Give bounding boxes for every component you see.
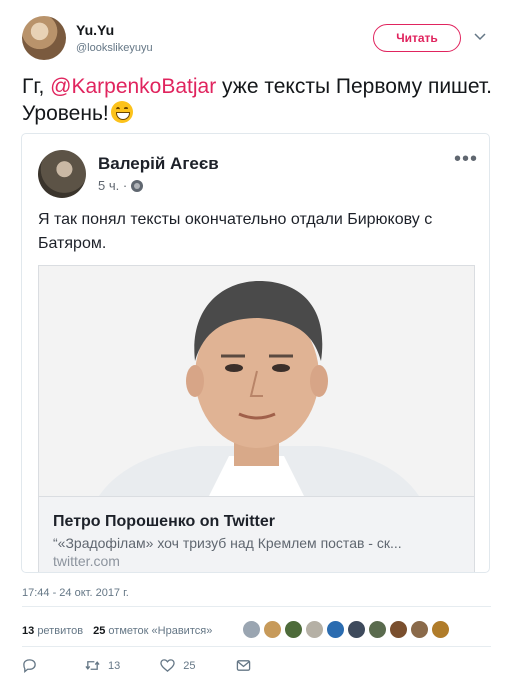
author-name[interactable]: Yu.Yu [76, 22, 114, 38]
globe-icon [131, 179, 144, 192]
liker-avatar[interactable] [431, 620, 450, 639]
tweet-text: Гг, @KarpenkoBatjar уже тексты Первому п… [22, 73, 492, 127]
heart-icon [160, 659, 175, 672]
liker-avatar[interactable] [284, 620, 303, 639]
likers-avatars [242, 620, 450, 639]
link-preview-photo [39, 266, 474, 496]
author-handle[interactable]: @lookslikeyuyu [76, 42, 153, 54]
likes-stat[interactable]: 25 отметок «Нравится» [93, 625, 212, 637]
link-preview-card[interactable]: Петро Порошенко on Twitter “«Зрадофілам»… [38, 265, 475, 572]
link-title[interactable]: Петро Порошенко on Twitter [53, 513, 275, 531]
link-domain: twitter.com [53, 553, 120, 569]
embed-time[interactable]: 5 ч. · [98, 178, 127, 193]
like-button[interactable]: 25 [160, 658, 196, 673]
liker-avatar[interactable] [389, 620, 408, 639]
liker-avatar[interactable] [242, 620, 261, 639]
more-options-icon[interactable]: ••• [454, 149, 478, 169]
link-description: “«Зрадофілам» хоч тризуб над Кремлем пос… [53, 535, 402, 551]
envelope-icon [236, 660, 250, 671]
embedded-facebook-post[interactable]: Валерій Агеєв 5 ч. · ••• Я так понял тек… [21, 133, 490, 573]
liker-avatar[interactable] [347, 620, 366, 639]
embed-meta: 5 ч. · [98, 178, 144, 193]
retweet-count: 13 [108, 659, 121, 672]
liker-avatar[interactable] [410, 620, 429, 639]
tweet-prefix: Гг, [22, 75, 51, 98]
divider [22, 606, 491, 607]
embed-text: Я так понял тексты окончательно отдали Б… [38, 211, 433, 252]
reply-icon [23, 659, 36, 673]
liker-avatar[interactable] [326, 620, 345, 639]
mention-link[interactable]: @KarpenkoBatjar [50, 75, 216, 98]
chevron-down-icon[interactable] [474, 30, 486, 44]
retweets-stat[interactable]: 13 ретвитов [22, 625, 83, 637]
tweet-actions: 13 25 [22, 658, 291, 673]
author-avatar[interactable] [22, 16, 66, 60]
reply-button[interactable] [22, 658, 45, 673]
direct-message-button[interactable] [236, 658, 251, 673]
divider [22, 646, 491, 647]
link-preview-info[interactable]: Петро Порошенко on Twitter “«Зрадофілам»… [39, 496, 474, 572]
tweet-stats: 13 ретвитов 25 отметок «Нравится» [22, 625, 212, 637]
retweet-button[interactable]: 13 [85, 658, 120, 673]
tweet-header: Yu.Yu @lookslikeyuyu Читать [22, 16, 492, 64]
embed-author-name[interactable]: Валерій Агеєв [98, 154, 219, 174]
liker-avatar[interactable] [263, 620, 282, 639]
grinning-emoji-icon [110, 101, 133, 123]
tweet-timestamp[interactable]: 17:44 - 24 окт. 2017 г. [22, 587, 129, 599]
embed-author-avatar[interactable] [38, 150, 86, 198]
retweet-icon [85, 661, 100, 670]
like-count: 25 [183, 659, 196, 672]
liker-avatar[interactable] [305, 620, 324, 639]
liker-avatar[interactable] [368, 620, 387, 639]
follow-button[interactable]: Читать [373, 24, 461, 52]
